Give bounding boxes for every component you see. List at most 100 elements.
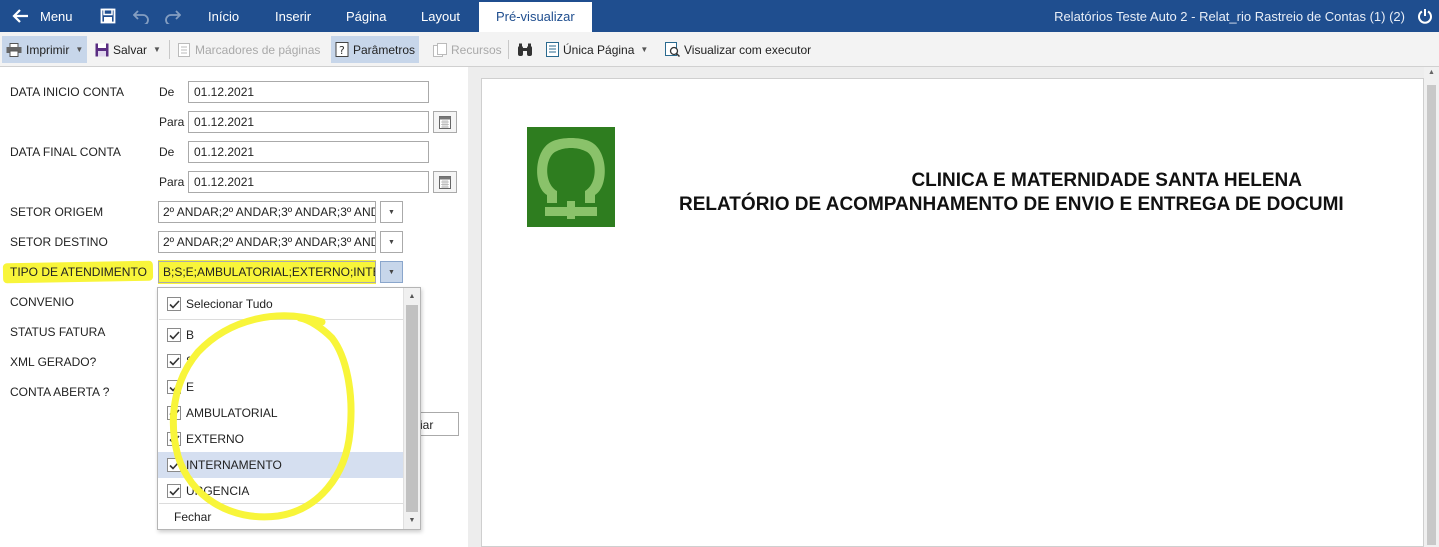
tipo-atendimento-input[interactable]: B;S;E;AMBULATORIAL;EXTERNO;INTERNAMENTO;… [158, 261, 376, 283]
redo-icon[interactable] [165, 8, 181, 24]
bookmarks-label: Marcadores de páginas [195, 42, 321, 57]
param-label-data-final: DATA FINAL CONTA [10, 145, 121, 159]
setor-destino-input[interactable]: 2º ANDAR;2º ANDAR;3º ANDAR;3º ANDAR [158, 231, 376, 253]
toolbar-divider [169, 40, 170, 59]
param-label-data-inicio: DATA INICIO CONTA [10, 85, 125, 99]
resources-button[interactable]: Recursos [429, 36, 506, 63]
select-all-option[interactable]: Selecionar Tudo [158, 291, 403, 317]
toolbar-divider [508, 40, 509, 59]
resources-icon [433, 42, 447, 57]
parameters-icon: ? [335, 42, 349, 57]
checkbox-checked-icon[interactable] [167, 484, 181, 498]
tab-pre-visualizar[interactable]: Pré-visualizar [479, 2, 592, 32]
tab-layout[interactable]: Layout [421, 9, 460, 24]
tab-inserir[interactable]: Inserir [275, 9, 311, 24]
calendar-icon [439, 115, 451, 129]
checkbox-checked-icon[interactable] [167, 297, 181, 311]
chevron-down-icon: ▼ [640, 45, 649, 54]
back-arrow-icon[interactable] [12, 7, 30, 25]
option-label: AMBULATORIAL [186, 406, 278, 420]
from-label: De [159, 145, 175, 159]
scrollbar-thumb[interactable] [1427, 85, 1436, 545]
data-final-to-input[interactable] [188, 171, 429, 193]
save-icon[interactable] [100, 8, 116, 24]
option-label: EXTERNO [186, 432, 245, 446]
page-icon [546, 42, 559, 57]
option-label: INTERNAMENTO [186, 458, 282, 472]
option-ambulatorial[interactable]: AMBULATORIAL [158, 400, 403, 426]
data-inicio-to-input[interactable] [188, 111, 429, 133]
data-final-from-input[interactable] [188, 141, 429, 163]
save-button[interactable]: Salvar ▼ [91, 36, 165, 63]
chevron-down-icon: ▼ [388, 268, 395, 276]
setor-destino-dropdown-button[interactable]: ▼ [380, 231, 403, 253]
chevron-down-icon: ▼ [153, 45, 161, 54]
param-label-conta-aberta: CONTA ABERTA ? [10, 385, 110, 399]
checkbox-checked-icon[interactable] [167, 406, 181, 420]
bookmarks-button[interactable]: Marcadores de páginas [173, 36, 324, 63]
option-internamento[interactable]: INTERNAMENTO [158, 452, 403, 478]
checkbox-checked-icon[interactable] [167, 458, 181, 472]
tipo-atendimento-dropdown-button[interactable]: ▼ [380, 261, 403, 283]
calendar-button[interactable] [433, 171, 457, 193]
setor-origem-input[interactable]: 2º ANDAR;2º ANDAR;3º ANDAR;3º ANDAR [158, 201, 376, 223]
from-label: De [159, 85, 175, 99]
parameters-button[interactable]: ? Parâmetros [331, 36, 420, 63]
checkbox-checked-icon[interactable] [167, 432, 181, 446]
option-urgencia[interactable]: URGENCIA [158, 478, 403, 504]
print-label: Imprimir [26, 42, 70, 57]
param-label-convenio: CONVENIO [10, 295, 75, 309]
param-label-setor-destino: SETOR DESTINO [10, 235, 108, 249]
single-page-label: Única Página [563, 42, 635, 57]
tab-pagina[interactable]: Página [346, 9, 386, 24]
report-page: CLINICA E MATERNIDADE SANTA HELENA RELAT… [481, 78, 1424, 547]
find-button[interactable] [513, 36, 541, 63]
report-title-line1: CLINICA E MATERNIDADE SANTA HELENA [911, 170, 1302, 191]
param-label-tipo-atendimento: TIPO DE ATENDIMENTO [10, 265, 147, 279]
document-title: Relatórios Teste Auto 2 - Relat_rio Rast… [1054, 9, 1405, 24]
printer-icon [6, 42, 22, 57]
bookmarks-icon [178, 42, 190, 57]
scroll-up-icon[interactable]: ▲ [404, 289, 420, 304]
svg-text:?: ? [339, 44, 345, 57]
scroll-up-icon[interactable]: ▲ [1424, 69, 1439, 76]
parameters-label: Parâmetros [353, 42, 416, 57]
preview-scrollbar[interactable]: ▲ [1424, 67, 1439, 547]
chevron-down-icon: ▼ [388, 208, 395, 216]
option-b[interactable]: B [158, 322, 403, 348]
power-icon[interactable] [1417, 8, 1433, 24]
param-label-xml-gerado: XML GERADO? [10, 355, 97, 369]
chevron-down-icon: ▼ [388, 238, 395, 246]
tab-inicio[interactable]: Início [208, 9, 239, 24]
undo-icon[interactable] [133, 8, 149, 24]
data-inicio-from-input[interactable] [188, 81, 429, 103]
calendar-icon [439, 175, 451, 189]
report-title-line2: RELATÓRIO DE ACOMPANHAMENTO DE ENVIO E E… [679, 194, 1344, 215]
scroll-down-icon[interactable]: ▼ [404, 513, 420, 528]
dropdown-divider [159, 503, 403, 504]
option-externo[interactable]: EXTERNO [158, 426, 403, 452]
param-label-status-fatura: STATUS FATURA [10, 325, 106, 339]
close-dropdown-button[interactable]: Fechar [174, 510, 211, 524]
checkbox-checked-icon[interactable] [167, 354, 181, 368]
save-label: Salvar [113, 42, 148, 57]
to-label: Para [159, 175, 185, 189]
option-s[interactable]: S [158, 348, 403, 374]
to-label: Para [159, 115, 185, 129]
binoculars-icon [518, 43, 532, 56]
menu-button[interactable]: Menu [40, 9, 73, 24]
view-with-runner-button[interactable]: Visualizar com executor [661, 36, 815, 63]
setor-origem-dropdown-button[interactable]: ▼ [380, 201, 403, 223]
scrollbar-thumb[interactable] [406, 305, 418, 512]
single-page-button[interactable]: Única Página ▼ [542, 36, 652, 63]
option-label: E [186, 380, 195, 394]
view-with-runner-label: Visualizar com executor [684, 42, 812, 57]
calendar-button[interactable] [433, 111, 457, 133]
print-button[interactable]: Imprimir ▼ [2, 36, 88, 63]
dropdown-scrollbar[interactable]: ▲ ▼ [403, 288, 420, 529]
checkbox-checked-icon[interactable] [167, 328, 181, 342]
option-e[interactable]: E [158, 374, 403, 400]
checkbox-checked-icon[interactable] [167, 380, 181, 394]
chevron-down-icon: ▼ [75, 45, 84, 54]
top-menu-bar: Menu Início Inserir Página Layout Pré-vi… [0, 0, 1439, 32]
